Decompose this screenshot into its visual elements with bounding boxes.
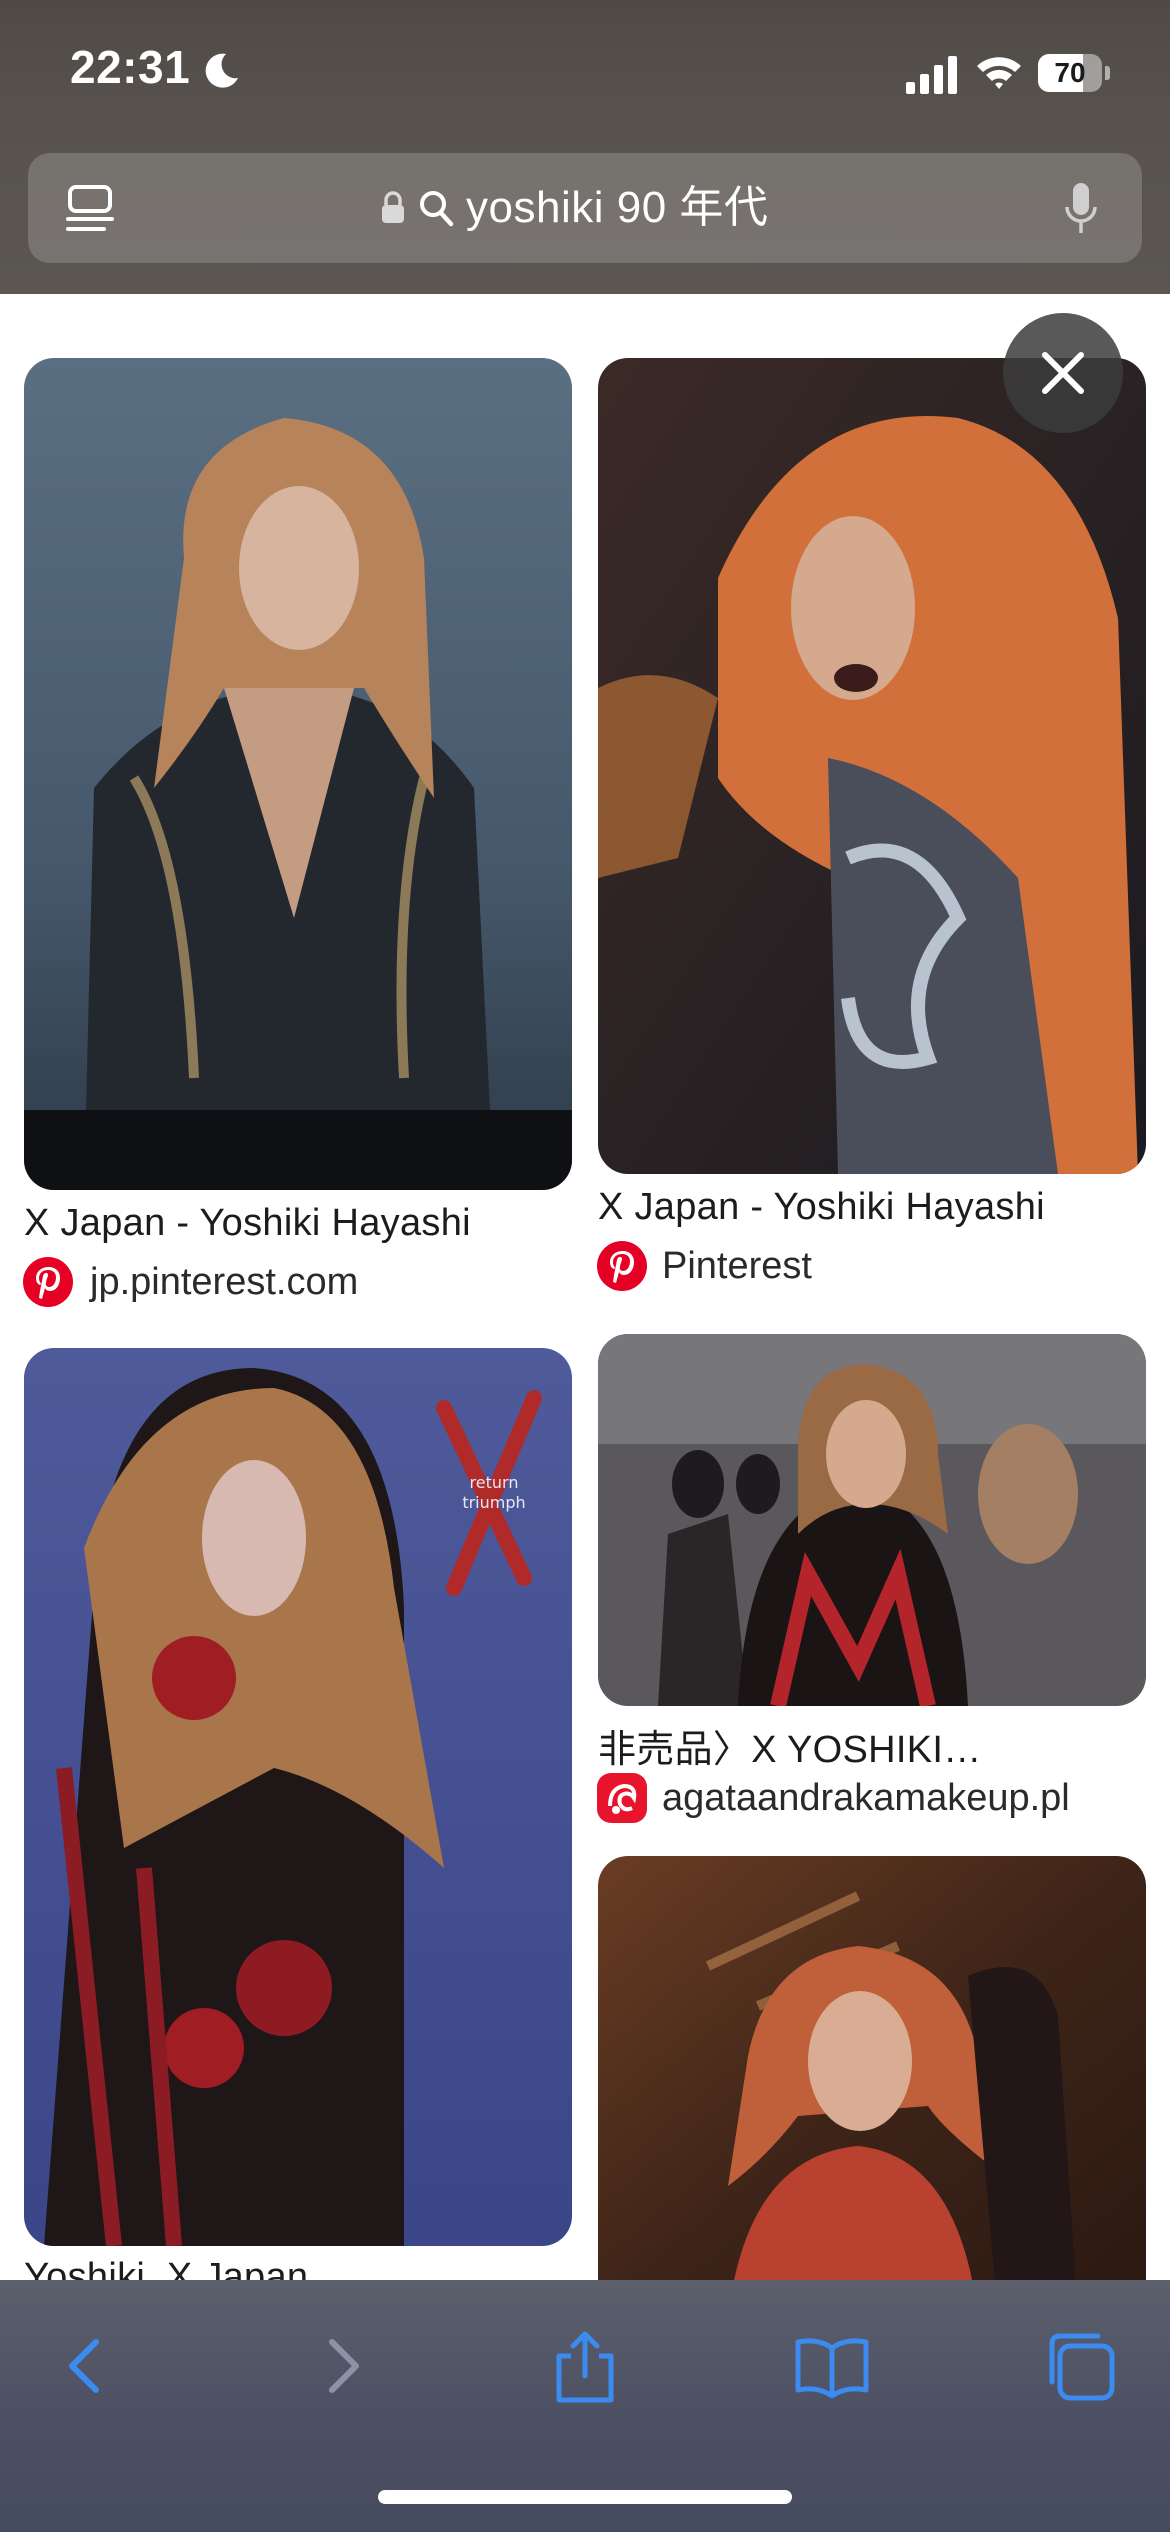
image-results-grid: X Japan - Yoshiki Hayashi jp.pinterest.c… — [0, 294, 1170, 2280]
close-button[interactable] — [1003, 313, 1123, 433]
logo-text-line2: triumph — [462, 1493, 525, 1512]
result-image-4[interactable] — [598, 1334, 1146, 1706]
battery-level: 70 — [1054, 57, 1086, 88]
bookmarks-button[interactable] — [792, 2326, 872, 2406]
logo-text-line1: return — [470, 1473, 519, 1492]
browser-toolbar — [0, 2280, 1170, 2532]
browser-top-bar: 22:31 70 yoshiki 90 年代 — [0, 0, 1170, 294]
book-icon — [795, 2338, 869, 2399]
tabs-button[interactable] — [1040, 2326, 1120, 2406]
moon-icon — [205, 53, 238, 88]
result-image-1[interactable] — [24, 358, 572, 1190]
microphone-icon[interactable] — [1064, 181, 1098, 237]
wifi-icon — [977, 57, 1021, 89]
address-bar[interactable]: yoshiki 90 年代 — [28, 153, 1142, 263]
cellular-signal-icon — [906, 56, 957, 94]
battery-indicator: 70 — [1038, 54, 1110, 92]
battery-body: 70 — [1038, 54, 1102, 92]
result-title-4[interactable]: 非売品〉X YOSHIKI… — [598, 1718, 982, 1773]
result-source-1[interactable]: jp.pinterest.com — [90, 1255, 358, 1309]
result-image-5[interactable] — [598, 1856, 1146, 2280]
forward-button[interactable] — [300, 2326, 380, 2406]
page-menu-icon[interactable] — [64, 181, 116, 235]
result-title-3[interactable]: Yoshiki, X Japan — [24, 2256, 308, 2280]
share-button[interactable] — [545, 2326, 625, 2406]
result-title-2[interactable]: X Japan - Yoshiki Hayashi — [598, 1186, 1045, 1229]
result-source-2[interactable]: Pinterest — [662, 1239, 812, 1293]
agata-site-icon — [597, 1773, 647, 1823]
result-image-2[interactable] — [598, 358, 1146, 1174]
status-time: 22:31 — [70, 41, 191, 93]
result-title-1[interactable]: X Japan - Yoshiki Hayashi — [24, 1202, 471, 1245]
result-source-4[interactable]: agataandrakamakeup.pl — [662, 1771, 1070, 1825]
pinterest-icon — [597, 1241, 647, 1291]
search-icon — [420, 191, 454, 227]
chevron-left-icon — [69, 2339, 99, 2393]
share-icon — [556, 2331, 614, 2403]
chevron-right-icon — [329, 2339, 359, 2393]
home-indicator — [378, 2490, 792, 2504]
pinterest-icon — [23, 1257, 73, 1307]
lock-icon — [382, 191, 404, 223]
result-image-3[interactable]: return triumph — [24, 1348, 572, 2246]
battery-cap — [1105, 66, 1110, 80]
tabs-icon — [1049, 2333, 1115, 2401]
back-button[interactable] — [48, 2326, 128, 2406]
close-icon — [1042, 352, 1084, 394]
url-query-text[interactable]: yoshiki 90 年代 — [466, 153, 768, 263]
